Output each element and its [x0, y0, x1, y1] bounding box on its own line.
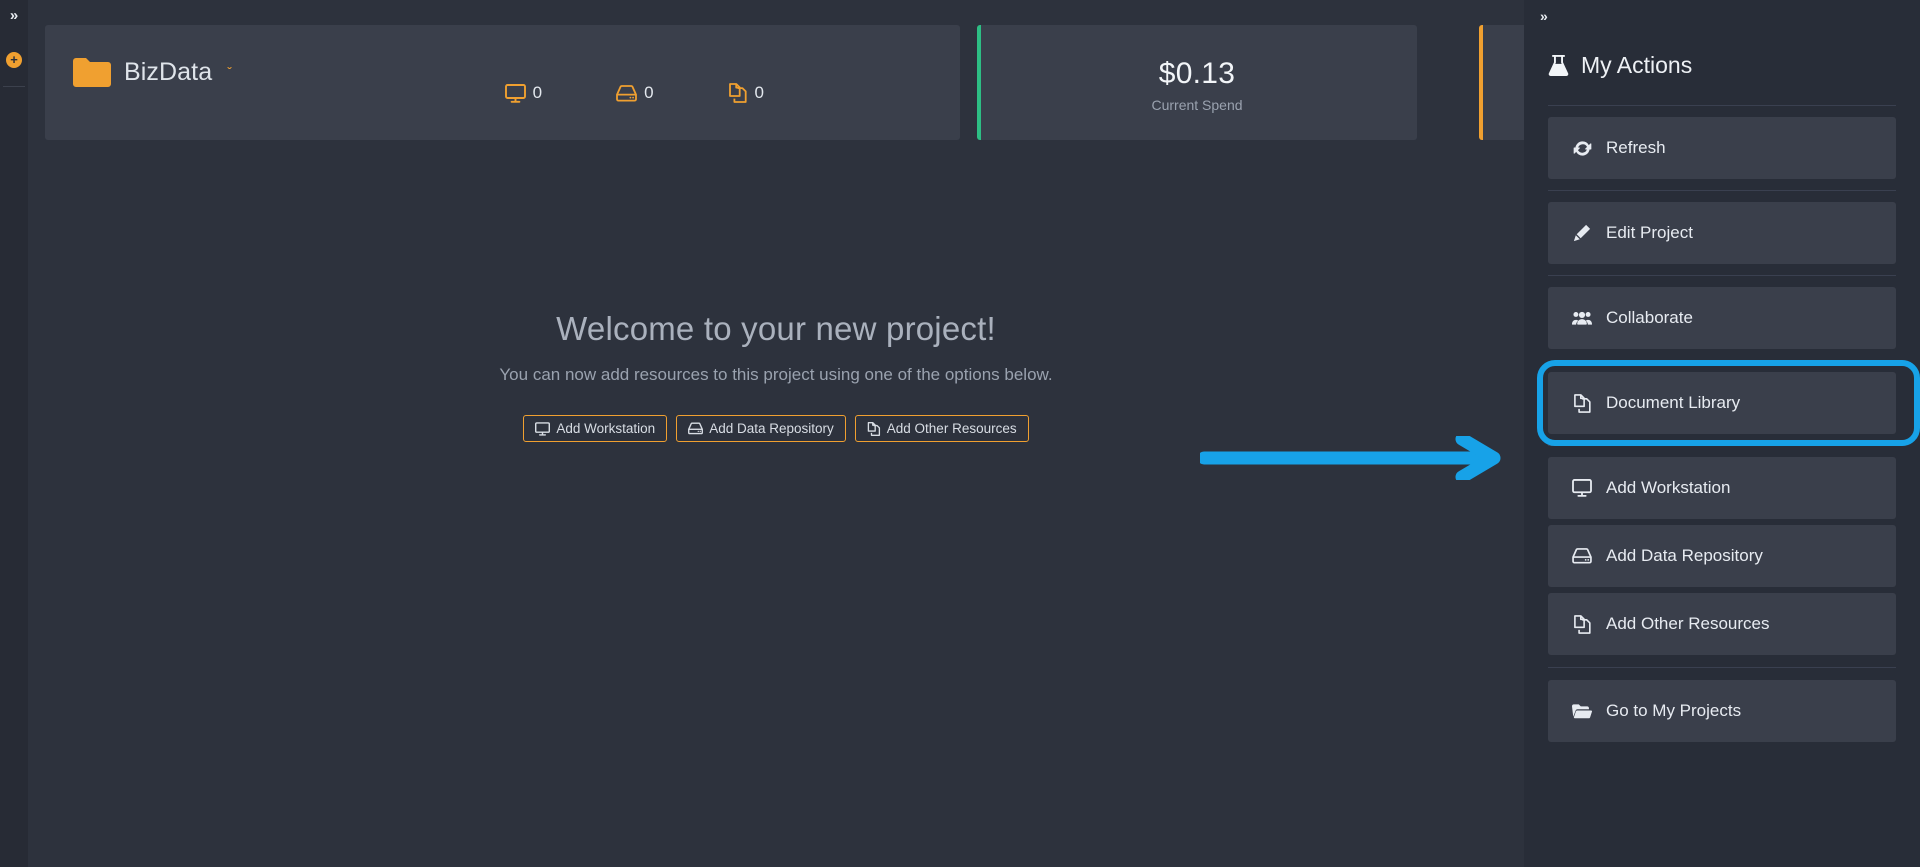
project-name: BizData: [124, 57, 213, 86]
project-summary-card: BizData ˇ 0 0 0: [45, 25, 960, 140]
add-workstation-button[interactable]: Add Workstation: [523, 415, 668, 442]
open-folder-icon: [1572, 703, 1592, 719]
chevron-down-icon[interactable]: ˇ: [227, 65, 232, 79]
action-item-document-library[interactable]: Document Library: [1537, 360, 1920, 446]
stat-count: 0: [644, 83, 654, 102]
action-item-edit-project[interactable]: Edit Project: [1548, 202, 1896, 264]
main-content: BizData ˇ 0 0 0 $0.13 Current Spend Welc…: [28, 0, 1919, 867]
welcome-block: Welcome to your new project! You can now…: [28, 310, 1524, 442]
add-data-repository-button[interactable]: Add Data Repository: [676, 415, 846, 442]
action-label: Go to My Projects: [1606, 701, 1742, 720]
action-item-refresh[interactable]: Refresh: [1548, 117, 1896, 179]
panel-title: My Actions: [1548, 52, 1692, 79]
collapse-panel-button[interactable]: »: [1540, 8, 1548, 24]
action-label: Add Workstation: [1606, 478, 1731, 497]
pencil-icon: [1572, 224, 1592, 242]
project-resource-counts: 0 0 0: [504, 83, 764, 103]
welcome-action-buttons: Add Workstation Add Data Repository Add …: [28, 415, 1524, 442]
stat-data-repositories: 0: [616, 83, 654, 103]
workstation-icon: [1572, 479, 1592, 497]
button-label: Add Workstation: [556, 421, 656, 436]
summary-card-strip: BizData ˇ 0 0 0 $0.13 Current Spend: [45, 25, 1919, 140]
button-label: Add Data Repository: [709, 421, 834, 436]
workstation-icon: [504, 83, 526, 103]
project-identity: BizData ˇ: [73, 57, 232, 87]
stat-other-resources: 0: [728, 83, 764, 103]
page-title: Welcome to your new project!: [556, 310, 996, 347]
my-actions-panel: » My Actions Refresh Edit Project Collab…: [1524, 0, 1920, 867]
action-item-go-to-my-projects[interactable]: Go to My Projects: [1548, 680, 1896, 742]
data-repository-icon: [1572, 548, 1592, 564]
add-new-icon[interactable]: +: [6, 52, 22, 68]
action-label: Add Other Resources: [1606, 614, 1770, 633]
action-label: Collaborate: [1606, 308, 1693, 327]
expand-sidebar-button[interactable]: »: [0, 6, 28, 26]
page-subtitle: You can now add resources to this projec…: [499, 365, 1053, 384]
action-label: Refresh: [1606, 138, 1666, 157]
actions-list: Refresh Edit Project Collaborate Documen…: [1524, 105, 1920, 742]
action-item-add-workstation[interactable]: Add Workstation: [1548, 457, 1896, 519]
card-accent-bar: [1479, 25, 1483, 140]
workstation-icon: [535, 421, 551, 436]
users-icon: [1572, 310, 1592, 326]
action-label: Document Library: [1606, 393, 1741, 412]
stat-count: 0: [754, 83, 764, 102]
app-root: » + BizData ˇ 0 0 0 $0.13 Current Spend …: [0, 0, 1920, 867]
other-resources-icon: [867, 421, 881, 436]
left-rail: » +: [0, 0, 28, 867]
action-item-add-data-repository[interactable]: Add Data Repository: [1548, 525, 1896, 587]
add-other-resources-button[interactable]: Add Other Resources: [854, 415, 1029, 442]
action-label: Add Data Repository: [1606, 546, 1763, 565]
action-item-collaborate[interactable]: Collaborate: [1548, 287, 1896, 349]
data-repository-icon: [688, 422, 704, 435]
refresh-icon: [1572, 140, 1592, 157]
data-repository-icon: [616, 84, 637, 102]
flask-icon: [1548, 54, 1569, 77]
current-spend-value: $0.13: [1158, 57, 1236, 90]
stat-count: 0: [532, 83, 543, 102]
panel-title-label: My Actions: [1581, 52, 1693, 78]
rail-divider: [3, 86, 25, 87]
action-label: Edit Project: [1606, 223, 1693, 242]
button-label: Add Other Resources: [886, 421, 1017, 436]
stat-workstations: 0: [504, 83, 543, 103]
current-spend-card: $0.13 Current Spend: [977, 25, 1417, 140]
other-resources-icon: [1572, 614, 1592, 634]
current-spend-label: Current Spend: [1151, 97, 1243, 113]
document-library-icon: [1572, 393, 1592, 413]
folder-icon: [73, 57, 111, 87]
other-resources-icon: [728, 83, 748, 103]
action-item-add-other-resources[interactable]: Add Other Resources: [1548, 593, 1896, 655]
